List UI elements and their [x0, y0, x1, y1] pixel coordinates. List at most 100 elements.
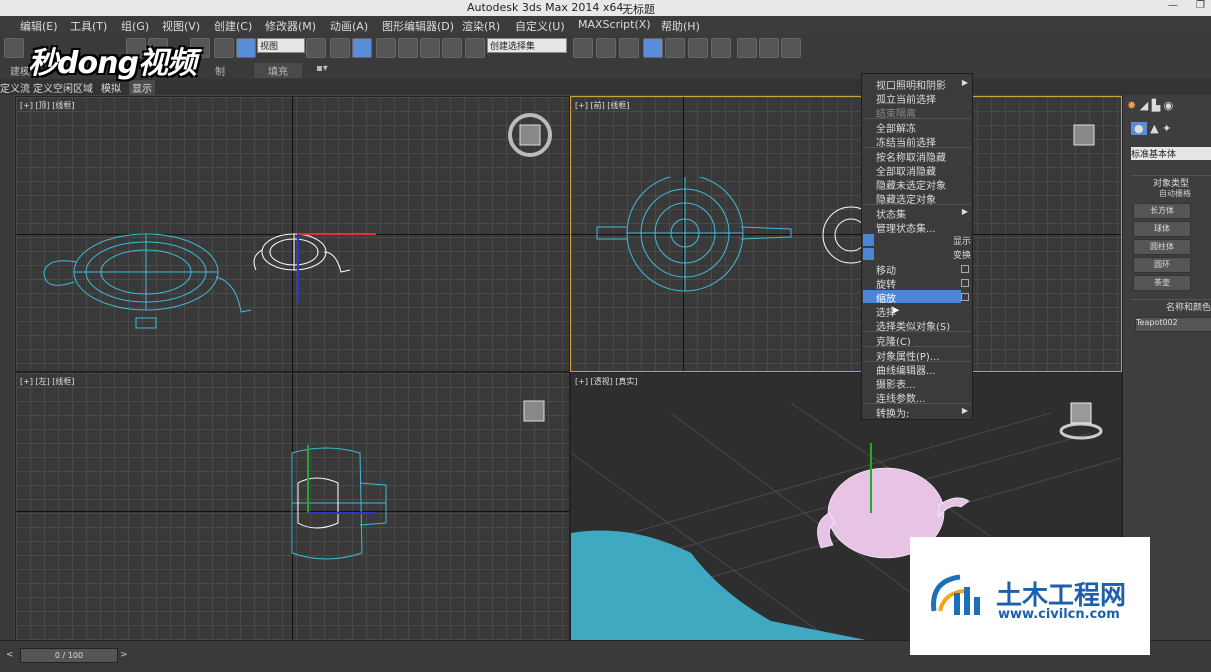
menu-item-move[interactable]: 移动 [876, 262, 896, 277]
submenu-arrow-icon: ▶ [961, 78, 968, 87]
object-name-field[interactable]: Teapot002 [1135, 317, 1211, 332]
menu-graph-editors[interactable]: 图形编辑器(D) [382, 18, 454, 34]
modify-tab-icon[interactable]: ◢ [1140, 99, 1148, 112]
menu-item-hide-unselected[interactable]: 隐藏未选定对象 [876, 177, 946, 192]
geometry-category-icons[interactable]: ● ▲ ✦ [1131, 122, 1171, 135]
ribbon-tab-modeling[interactable]: 建模 [10, 63, 30, 78]
command-panel-tabs[interactable]: ✸ ◢ ▙ ◉ [1127, 99, 1207, 115]
viewport-left[interactable]: [+] [左] [线框] [15, 372, 570, 642]
menu-modifiers[interactable]: 修改器(M) [265, 18, 316, 34]
settings-box-icon[interactable] [961, 265, 969, 273]
spinner-snap-icon[interactable] [442, 38, 462, 58]
reference-coordinate-dropdown[interactable]: 视图 [257, 38, 305, 53]
menu-item-manage-state-sets[interactable]: 管理状态集... [876, 220, 936, 235]
menu-item-unhide-all[interactable]: 全部取消隐藏 [876, 163, 936, 178]
restore-icon[interactable]: ❐ [1196, 0, 1205, 11]
menu-edit[interactable]: 编辑(E) [20, 18, 58, 34]
menu-item-curve-editor[interactable]: 曲线编辑器... [876, 362, 936, 377]
viewport-front[interactable]: [+] [前] [线框] [570, 96, 1122, 372]
ribbon-options-icon[interactable]: ▪▾ [316, 63, 328, 74]
shapes-icon[interactable]: ▲ [1150, 122, 1158, 135]
settings-box-icon[interactable] [961, 279, 969, 287]
geometry-icon[interactable]: ● [1131, 122, 1147, 135]
motion-tab-icon[interactable]: ◉ [1164, 99, 1174, 112]
menu-maxscript[interactable]: MAXScript(X) [578, 18, 651, 31]
mirror-icon[interactable] [573, 38, 593, 58]
settings-box-icon[interactable] [961, 293, 969, 301]
ribbon-item-define-idle[interactable]: 定义空闲区域 [33, 80, 93, 95]
hierarchy-tab-icon[interactable]: ▙ [1152, 99, 1160, 112]
viewcube-icon[interactable] [1059, 397, 1103, 441]
primitive-type-dropdown[interactable]: 标准基本体 [1131, 147, 1211, 160]
align-icon[interactable] [596, 38, 616, 58]
angle-snap-icon[interactable] [398, 38, 418, 58]
create-tab-icon[interactable]: ✸ [1127, 99, 1136, 112]
menu-item-state-sets[interactable]: 状态集 [876, 206, 906, 221]
ribbon-item-simulate[interactable]: 模拟 [101, 80, 121, 95]
cylinder-button[interactable]: 圆柱体 [1133, 239, 1191, 255]
material-editor-icon[interactable] [711, 38, 731, 58]
menu-separator [863, 346, 971, 347]
menu-item-unfreeze-all[interactable]: 全部解冻 [876, 120, 916, 135]
pivot-icon[interactable] [306, 38, 326, 58]
viewport-label[interactable]: [+] [左] [线框] [20, 376, 75, 387]
rollout-object-type[interactable]: 对象类型 [1131, 175, 1211, 189]
curve-editor-icon[interactable] [665, 38, 685, 58]
left-scene-strip[interactable] [0, 95, 14, 640]
slider-prev-icon[interactable]: < [6, 650, 14, 660]
ribbon-tab-other[interactable]: 制 [215, 63, 225, 78]
scale-icon[interactable] [236, 38, 256, 58]
menu-help[interactable]: 帮助(H) [661, 18, 700, 34]
snap-toggle-icon[interactable] [376, 38, 396, 58]
minimize-icon[interactable]: — [1168, 0, 1178, 11]
schematic-view-icon[interactable] [688, 38, 708, 58]
render-setup-icon[interactable] [737, 38, 757, 58]
viewport-top[interactable]: [+] [顶] [线框] [15, 96, 570, 372]
ribbon-item-define-flows[interactable]: 定义流 [0, 80, 30, 95]
lights-icon[interactable]: ✦ [1162, 122, 1171, 135]
rotate-icon[interactable] [214, 38, 234, 58]
menu-views[interactable]: 视图(V) [162, 18, 200, 34]
menu-item-rotate[interactable]: 旋转 [876, 276, 896, 291]
viewcube-icon[interactable] [516, 395, 552, 431]
menu-bar: 编辑(E) 工具(T) 组(G) 视图(V) 创建(C) 修改器(M) 动画(A… [0, 16, 1211, 34]
layer-manager-icon[interactable] [619, 38, 639, 58]
percent-snap-icon[interactable] [420, 38, 440, 58]
viewcube-icon[interactable] [1066, 119, 1102, 155]
autogrid-checkbox-label[interactable]: 自动栅格 [1159, 188, 1191, 199]
menu-group[interactable]: 组(G) [121, 18, 149, 34]
slider-next-icon[interactable]: > [120, 650, 128, 660]
menu-item-convert-to[interactable]: 转换为: [876, 405, 909, 420]
edit-named-selection-icon[interactable] [465, 38, 485, 58]
graphite-ribbon-icon[interactable] [643, 38, 663, 58]
rendered-frame-icon[interactable] [759, 38, 779, 58]
watermark-url: www.civilcn.com [998, 607, 1120, 622]
ribbon-tab-populate[interactable]: 填充 [254, 63, 302, 78]
menu-item-isolate[interactable]: 孤立当前选择 [876, 91, 936, 106]
named-selection-dropdown[interactable]: 创建选择集 [487, 38, 567, 53]
select-manipulate-icon[interactable] [330, 38, 350, 58]
viewport-label[interactable]: [+] [前] [线框] [575, 100, 630, 111]
keyboard-shortcut-icon[interactable] [352, 38, 372, 58]
quad-header-transform: 变换 [952, 251, 971, 261]
undo-icon[interactable] [4, 38, 24, 58]
rollout-name-color[interactable]: 名称和颜色 [1131, 299, 1211, 313]
box-button[interactable]: 长方体 [1133, 203, 1191, 219]
menu-rendering[interactable]: 渲染(R) [462, 18, 500, 34]
viewcube-icon[interactable] [506, 111, 554, 159]
render-production-icon[interactable] [781, 38, 801, 58]
menu-animation[interactable]: 动画(A) [330, 18, 368, 34]
menu-tools[interactable]: 工具(T) [70, 18, 107, 34]
menu-item-viewport-lighting[interactable]: 视口照明和阴影 [876, 77, 946, 92]
ribbon-item-display[interactable]: 显示 [129, 80, 155, 95]
teapot-button[interactable]: 茶壶 [1133, 275, 1191, 291]
menu-item-dope-sheet[interactable]: 摄影表... [876, 376, 916, 391]
menu-customize[interactable]: 自定义(U) [515, 18, 565, 34]
menu-create[interactable]: 创建(C) [214, 18, 252, 34]
viewport-label[interactable]: [+] [顶] [线框] [20, 100, 75, 111]
torus-button[interactable]: 圆环 [1133, 257, 1191, 273]
time-slider[interactable]: 0 / 100 [20, 648, 118, 663]
sphere-button[interactable]: 球体 [1133, 221, 1191, 237]
menu-separator [863, 331, 971, 332]
menu-item-unhide-by-name[interactable]: 按名称取消隐藏 [876, 149, 946, 164]
